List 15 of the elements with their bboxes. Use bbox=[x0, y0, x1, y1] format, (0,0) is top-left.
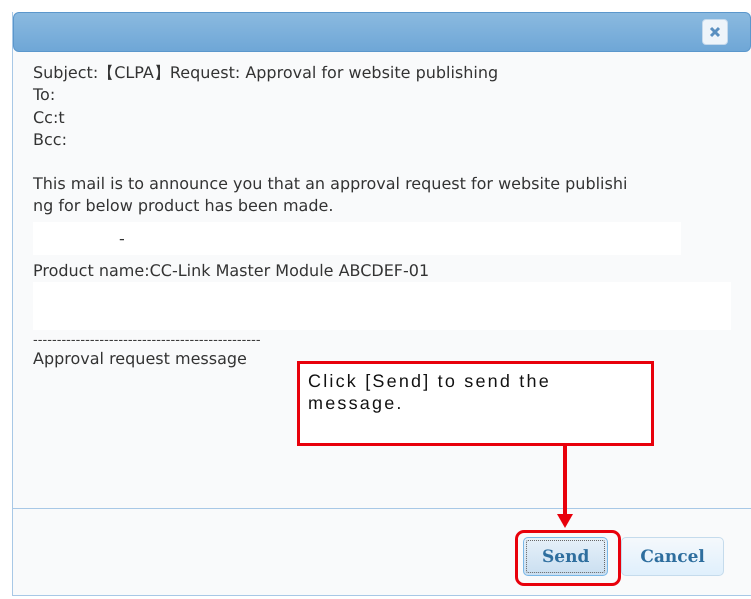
mail-header-line: Bcc: bbox=[33, 128, 68, 151]
product-name-line: Product name:CC-Link Master Module ABCDEF-01 bbox=[33, 260, 430, 282]
close-button[interactable] bbox=[702, 19, 728, 45]
mail-header-line: To: bbox=[33, 84, 56, 106]
callout-box: Click [Send] to send the message. bbox=[297, 361, 654, 446]
cancel-button[interactable]: Cancel bbox=[621, 537, 724, 576]
mail-body-line: ng for below product has been made. bbox=[33, 195, 334, 218]
separator-line: ------------------------------------------------ bbox=[33, 334, 262, 348]
approval-message-label: Approval request message bbox=[33, 348, 248, 370]
close-icon bbox=[709, 26, 721, 38]
dash-mark: - bbox=[119, 228, 125, 248]
mail-header-line: Subject:【CLPA】Request: Approval for website publishing bbox=[33, 62, 500, 84]
mail-body-line: This mail is to announce you that an approval request for website publishi bbox=[33, 173, 628, 196]
mail-header-line: Cc:t bbox=[33, 106, 66, 129]
send-button[interactable]: Send bbox=[523, 537, 608, 576]
